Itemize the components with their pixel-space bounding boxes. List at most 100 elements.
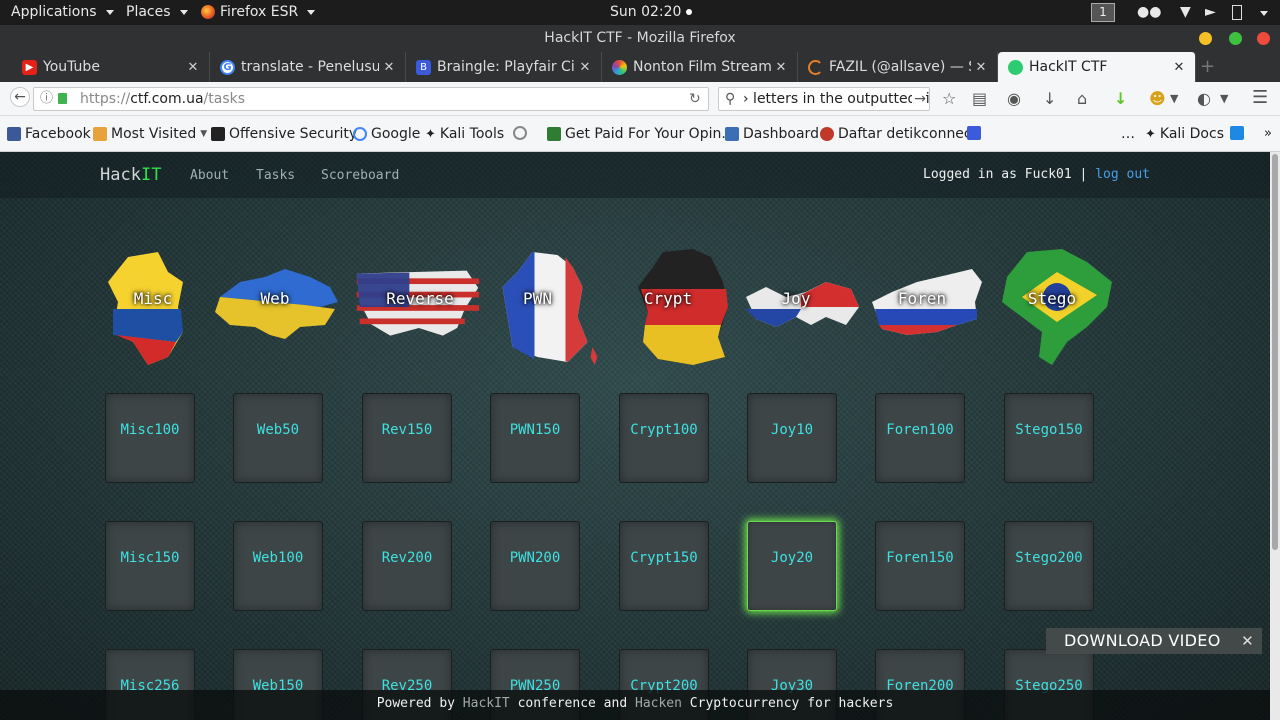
youtube-icon: ▶ (22, 59, 37, 75)
users-icon[interactable]: ●● (1137, 4, 1161, 20)
site-brand[interactable]: HackIT (100, 165, 161, 185)
page-content: HackIT About Tasks Scoreboard Logged in … (0, 152, 1270, 720)
task-tile[interactable]: Stego150 (1004, 393, 1094, 483)
task-tile[interactable]: Foren150 (875, 521, 965, 611)
footer-hackit-link[interactable]: HackIT (463, 696, 510, 711)
page-scrollbar[interactable] (1270, 152, 1280, 720)
task-tile[interactable]: Rev150 (362, 393, 452, 483)
clock[interactable]: Sun 02:20 (610, 4, 693, 20)
close-window-button[interactable] (1257, 32, 1270, 45)
download-video-button[interactable]: DOWNLOAD VIDEO ✕ (1046, 628, 1262, 654)
task-tile[interactable]: Foren100 (875, 393, 965, 483)
wifi-icon[interactable]: ▼ (1180, 4, 1191, 20)
volume-icon[interactable]: ► (1205, 4, 1216, 20)
bookmark-facebook[interactable]: Facebook (7, 126, 91, 142)
close-icon[interactable]: ✕ (379, 60, 399, 75)
close-icon[interactable]: ✕ (771, 60, 791, 75)
download-helper-icon[interactable]: ↓ (1114, 89, 1127, 108)
tab-youtube[interactable]: ▶ YouTube ✕ (0, 52, 210, 82)
search-bar[interactable]: ⚲ › letters in the outputted file. → (718, 87, 930, 111)
bookmark-kali-docs[interactable]: ✦ Kali Docs (1145, 126, 1224, 142)
close-icon[interactable]: ✕ (183, 60, 203, 75)
category-web[interactable]: Web (210, 247, 340, 367)
task-tile[interactable]: Misc100 (105, 393, 195, 483)
bookmarks-overflow[interactable]: … (1121, 126, 1135, 142)
vpn-icon[interactable]: ◐ (1197, 89, 1211, 108)
hamburger-menu-icon[interactable]: ☰ (1252, 87, 1268, 108)
close-icon[interactable]: ✕ (1169, 60, 1189, 75)
minimize-button[interactable] (1199, 32, 1212, 45)
close-icon[interactable]: ✕ (971, 60, 991, 75)
task-tile[interactable]: PWN150 (490, 393, 580, 483)
firefox-app-menu[interactable]: Firefox ESR (201, 4, 316, 20)
nav-scoreboard-link[interactable]: Scoreboard (321, 168, 399, 183)
bookmarks-toolbar: Facebook Most Visited ▼ Offensive Securit… (0, 116, 1280, 152)
google-icon: G (220, 59, 235, 75)
task-tile[interactable]: Rev200 (362, 521, 452, 611)
new-tab-button[interactable]: + (1200, 56, 1215, 77)
workspace-indicator[interactable]: 1 (1091, 3, 1115, 22)
category-misc[interactable]: Misc (88, 247, 218, 367)
category-foren[interactable]: Foren (862, 247, 982, 367)
tab-fazil[interactable]: FAZIL (@allsave) — S... ✕ (798, 52, 998, 82)
category-stego[interactable]: Stego (992, 247, 1112, 367)
bookmark-b[interactable] (967, 126, 981, 140)
back-button[interactable]: ← (10, 87, 30, 107)
task-tile[interactable]: Misc150 (105, 521, 195, 611)
info-icon[interactable]: ⓘ (40, 88, 53, 110)
url-scheme: https:// (80, 91, 131, 107)
pocket-icon[interactable]: ◉ (1007, 89, 1021, 108)
bookmark-dashboard[interactable]: Dashboard (725, 126, 819, 142)
bookmark-star-icon[interactable]: ☆ (942, 89, 956, 108)
task-tile[interactable]: PWN200 (490, 521, 580, 611)
bookmarks-chevron[interactable]: » (1264, 126, 1272, 141)
bookmark-globe[interactable] (513, 126, 527, 140)
category-reverse[interactable]: Reverse (352, 247, 488, 367)
tab-nonton-film[interactable]: Nonton Film Streamin... ✕ (602, 52, 798, 82)
brand-it: IT (140, 165, 162, 185)
nav-tasks-link[interactable]: Tasks (256, 168, 295, 183)
maximize-button[interactable] (1229, 32, 1242, 45)
tab-hackit-ctf[interactable]: HackIT CTF ✕ (998, 52, 1196, 82)
download-icon[interactable]: ↓ (1043, 89, 1056, 108)
bookmark-kali-tools[interactable]: ✦ Kali Tools (425, 126, 504, 142)
applications-menu[interactable]: Applications (11, 4, 114, 20)
close-icon[interactable]: ✕ (1241, 628, 1254, 654)
category-joy[interactable]: Joy (736, 247, 859, 367)
task-tile[interactable]: Crypt100 (619, 393, 709, 483)
task-tile[interactable]: Joy10 (747, 393, 837, 483)
extension-icon[interactable]: ☻ (1149, 89, 1166, 108)
chevron-down-icon[interactable]: ▼ (1170, 92, 1178, 105)
bookmark-p[interactable] (1230, 126, 1244, 140)
task-tile[interactable]: Crypt150 (619, 521, 709, 611)
tab-braingle[interactable]: B Braingle: Playfair Cipher ✕ (406, 52, 602, 82)
bookmark-offensive-security[interactable]: Offensive Security (211, 126, 357, 142)
go-arrow-icon[interactable]: → (912, 88, 926, 110)
places-menu[interactable]: Places (126, 4, 188, 20)
task-tile[interactable]: Stego200 (1004, 521, 1094, 611)
footer-hacken-link[interactable]: Hacken (635, 696, 682, 711)
bookmark-most-visited[interactable]: Most Visited ▼ (93, 126, 207, 142)
bookmark-label: Offensive Security (229, 126, 358, 142)
reload-icon[interactable]: ↻ (689, 88, 701, 110)
task-tile-highlighted[interactable]: Joy20 (747, 521, 837, 611)
bookmark-get-paid[interactable]: Get Paid For Your Opin... (547, 126, 735, 142)
nav-about-link[interactable]: About (190, 168, 229, 183)
scrollbar-thumb[interactable] (1272, 154, 1278, 550)
task-tile[interactable]: Web50 (233, 393, 323, 483)
task-tile[interactable]: Web100 (233, 521, 323, 611)
bookmark-google[interactable]: Google (353, 126, 420, 142)
tab-translate[interactable]: G translate - Penelusura... ✕ (210, 52, 406, 82)
category-crypt[interactable]: Crypt (618, 247, 728, 367)
reading-list-icon[interactable]: ▤ (972, 89, 987, 108)
logout-link[interactable]: log out (1095, 167, 1150, 182)
close-icon[interactable]: ✕ (575, 60, 595, 75)
url-bar[interactable]: ⓘ https://ctf.com.ua/tasks ↻ (33, 87, 709, 111)
category-label: Foren (897, 289, 947, 308)
home-icon[interactable]: ⌂ (1077, 89, 1087, 108)
bookmark-daftar-detikconnect[interactable]: Daftar detikconnect (820, 126, 977, 142)
chevron-down-icon[interactable]: ▼ (1220, 92, 1228, 105)
chevron-down-icon[interactable] (1260, 11, 1268, 16)
battery-icon[interactable] (1232, 5, 1242, 20)
category-pwn[interactable]: PWN (485, 247, 598, 367)
